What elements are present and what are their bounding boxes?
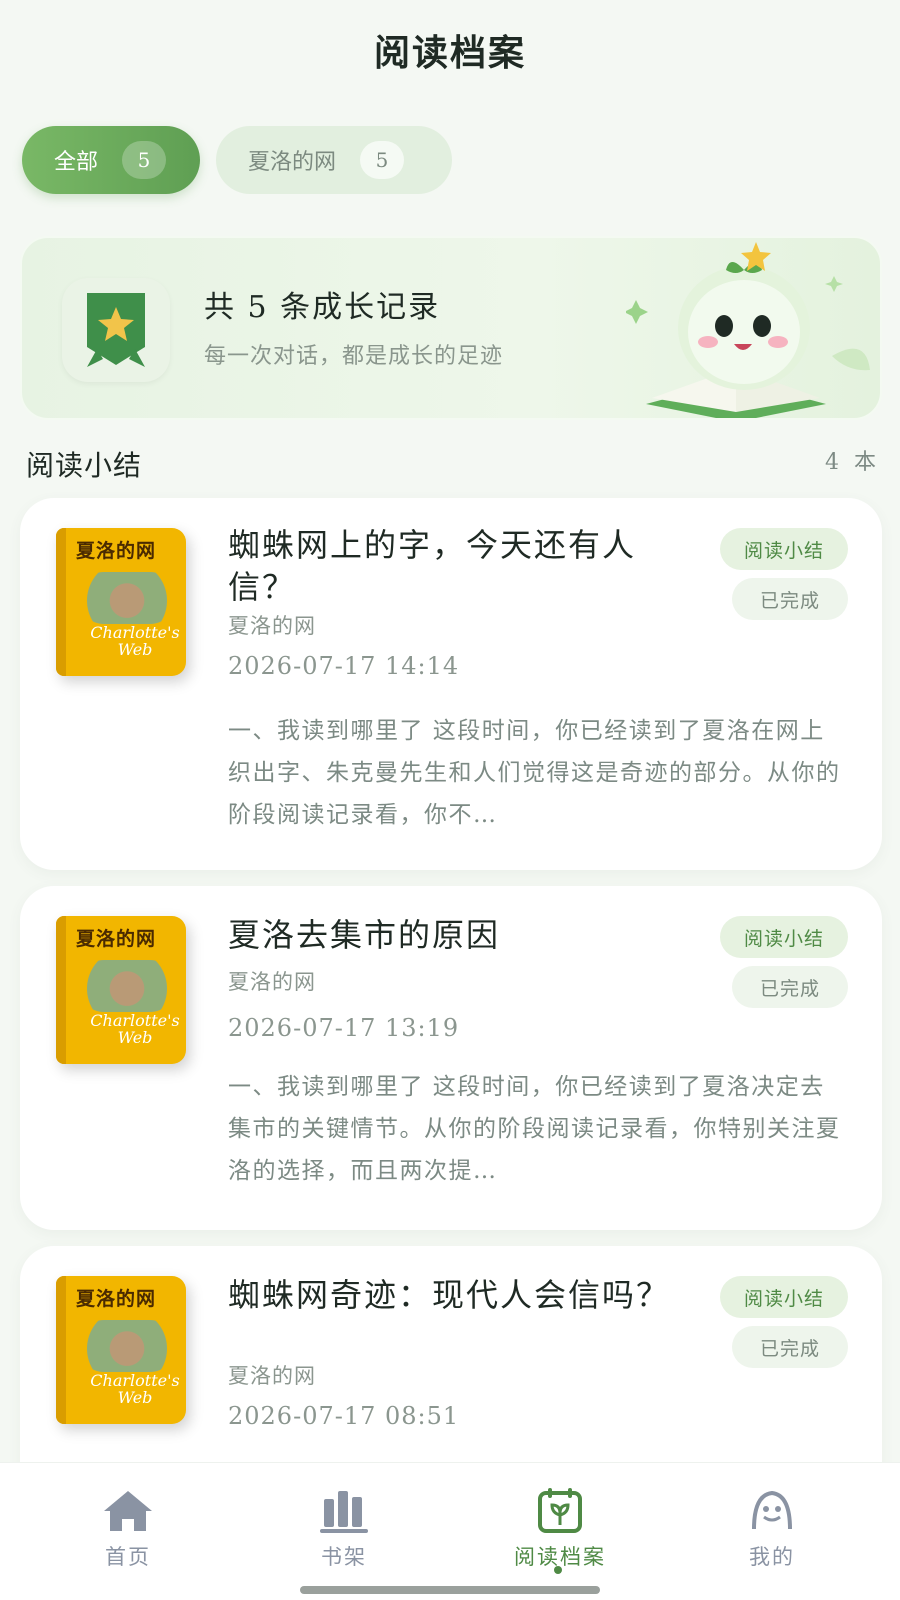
cover-english-title: Charlotte's Web [90,1011,180,1047]
cover-title: 夏洛的网 [76,1288,157,1310]
tag-type: 阅读小结 [720,528,848,570]
card-excerpt: 一、我读到哪里了 这段时间，你已经读到了夏洛在网上织出字、朱克曼先生和人们觉得这… [228,718,841,828]
filter-all-chip[interactable]: 全部 5 [22,126,200,194]
home-indicator[interactable] [300,1586,600,1594]
summary-card[interactable]: 夏洛的网 Charlotte's Web 蜘蛛网上的字，今天还有人信？ 夏洛的网… [20,498,882,870]
filter-all-label: 全部 [54,150,99,175]
filter-tabs: 全部 5 夏洛的网 5 [22,126,452,194]
filter-book-count: 5 [360,141,405,179]
filter-book-chip[interactable]: 夏洛的网 5 [216,126,452,194]
section-count: 4 本 [825,450,880,475]
card-book-name: 夏洛的网 [228,970,316,994]
star-badge-icon [62,278,170,382]
reading-record-icon [538,1488,582,1533]
nav-profile[interactable]: 我的 [692,1487,852,1571]
page-title: 阅读档案 [373,32,526,74]
book-cover: 夏洛的网 Charlotte's Web [56,1276,186,1424]
nav-bookshelf[interactable]: 书架 [264,1487,424,1571]
nav-reading-record[interactable]: 阅读档案 [480,1487,640,1571]
card-title: 夏洛去集市的原因 [228,916,501,954]
active-nav-indicator [554,1566,562,1574]
bottom-navigation: 首页 书架 阅读档案 我的 [0,1462,900,1600]
card-book-name: 夏洛的网 [228,1364,316,1388]
banner-title: 共 5 条成长记录 [204,290,441,325]
cover-title: 夏洛的网 [76,540,157,562]
tag-status: 已完成 [732,966,848,1008]
tag-status: 已完成 [732,1326,848,1368]
card-date: 2026-07-17 14:14 [228,652,460,680]
tag-type: 阅读小结 [720,916,848,958]
cover-title: 夏洛的网 [76,928,157,950]
cover-english-title: Charlotte's Web [90,623,180,659]
card-title: 蜘蛛网奇迹：现代人会信吗？ [228,1276,671,1314]
nav-home-label: 首页 [105,1545,151,1569]
book-cover: 夏洛的网 Charlotte's Web [56,528,186,676]
nav-home[interactable]: 首页 [48,1487,208,1571]
card-date: 2026-07-17 08:51 [228,1402,460,1430]
section-title: 阅读小结 [26,449,143,482]
profile-icon [752,1490,792,1530]
nav-profile-label: 我的 [749,1545,795,1569]
bookshelf-icon [320,1491,368,1533]
summary-card[interactable]: 夏洛的网 Charlotte's Web 夏洛去集市的原因 夏洛的网 2026-… [20,886,882,1230]
filter-all-count: 5 [122,141,167,179]
card-title: 蜘蛛网上的字，今天还有人信？ [228,526,637,606]
cover-english-title: Charlotte's Web [90,1371,180,1407]
banner-subtitle: 每一次对话，都是成长的足迹 [204,344,504,369]
growth-banner: 共 5 条成长记录 每一次对话，都是成长的足迹 [20,236,882,420]
tag-status: 已完成 [732,578,848,620]
nav-bookshelf-label: 书架 [321,1545,367,1569]
mascot-illustration [626,242,870,418]
card-excerpt: 一、我读到哪里了 这段时间，你已经读到了夏洛决定去集市的关键情节。从你的阶段阅读… [228,1074,841,1184]
card-date: 2026-07-17 13:19 [228,1014,460,1042]
book-cover: 夏洛的网 Charlotte's Web [56,916,186,1064]
card-book-name: 夏洛的网 [228,614,316,638]
tag-type: 阅读小结 [720,1276,848,1318]
home-icon [104,1491,152,1531]
filter-book-label: 夏洛的网 [248,150,337,175]
